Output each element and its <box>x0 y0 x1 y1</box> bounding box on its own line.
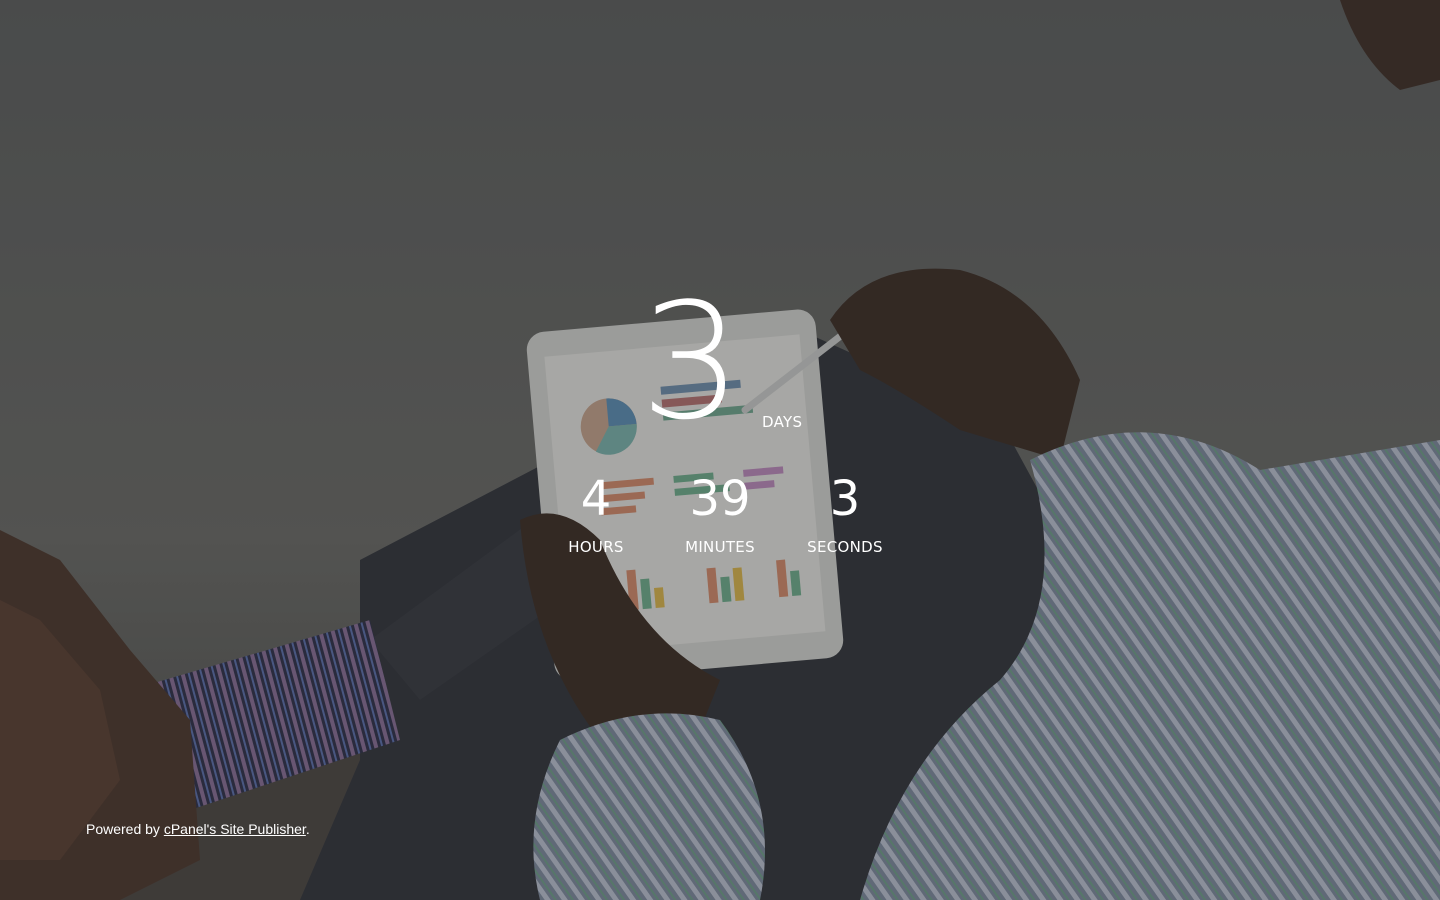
page: 3 DAYS 4 HOURS 39 MINUTES 3 SECONDS Powe… <box>0 0 1440 900</box>
seconds-unit: 3 SECONDS <box>785 470 905 557</box>
minutes-unit: 39 MINUTES <box>660 470 780 557</box>
hours-unit: 4 HOURS <box>536 470 656 557</box>
hours-value: 4 <box>580 471 612 527</box>
powered-by-prefix: Powered by <box>86 821 164 837</box>
hours-label: HOURS <box>568 538 624 556</box>
days-label: DAYS <box>762 413 803 431</box>
days-value: 3 <box>640 268 742 455</box>
minutes-label: MINUTES <box>685 538 755 556</box>
minutes-value: 39 <box>689 471 751 527</box>
powered-by-footer: Powered by cPanel's Site Publisher. <box>86 820 310 838</box>
seconds-label: SECONDS <box>807 538 883 556</box>
powered-by-suffix: . <box>305 821 310 837</box>
seconds-value: 3 <box>829 471 861 527</box>
site-publisher-link[interactable]: cPanel's Site Publisher <box>164 821 306 837</box>
countdown-timer: 3 DAYS 4 HOURS 39 MINUTES 3 SECONDS <box>0 0 1440 900</box>
